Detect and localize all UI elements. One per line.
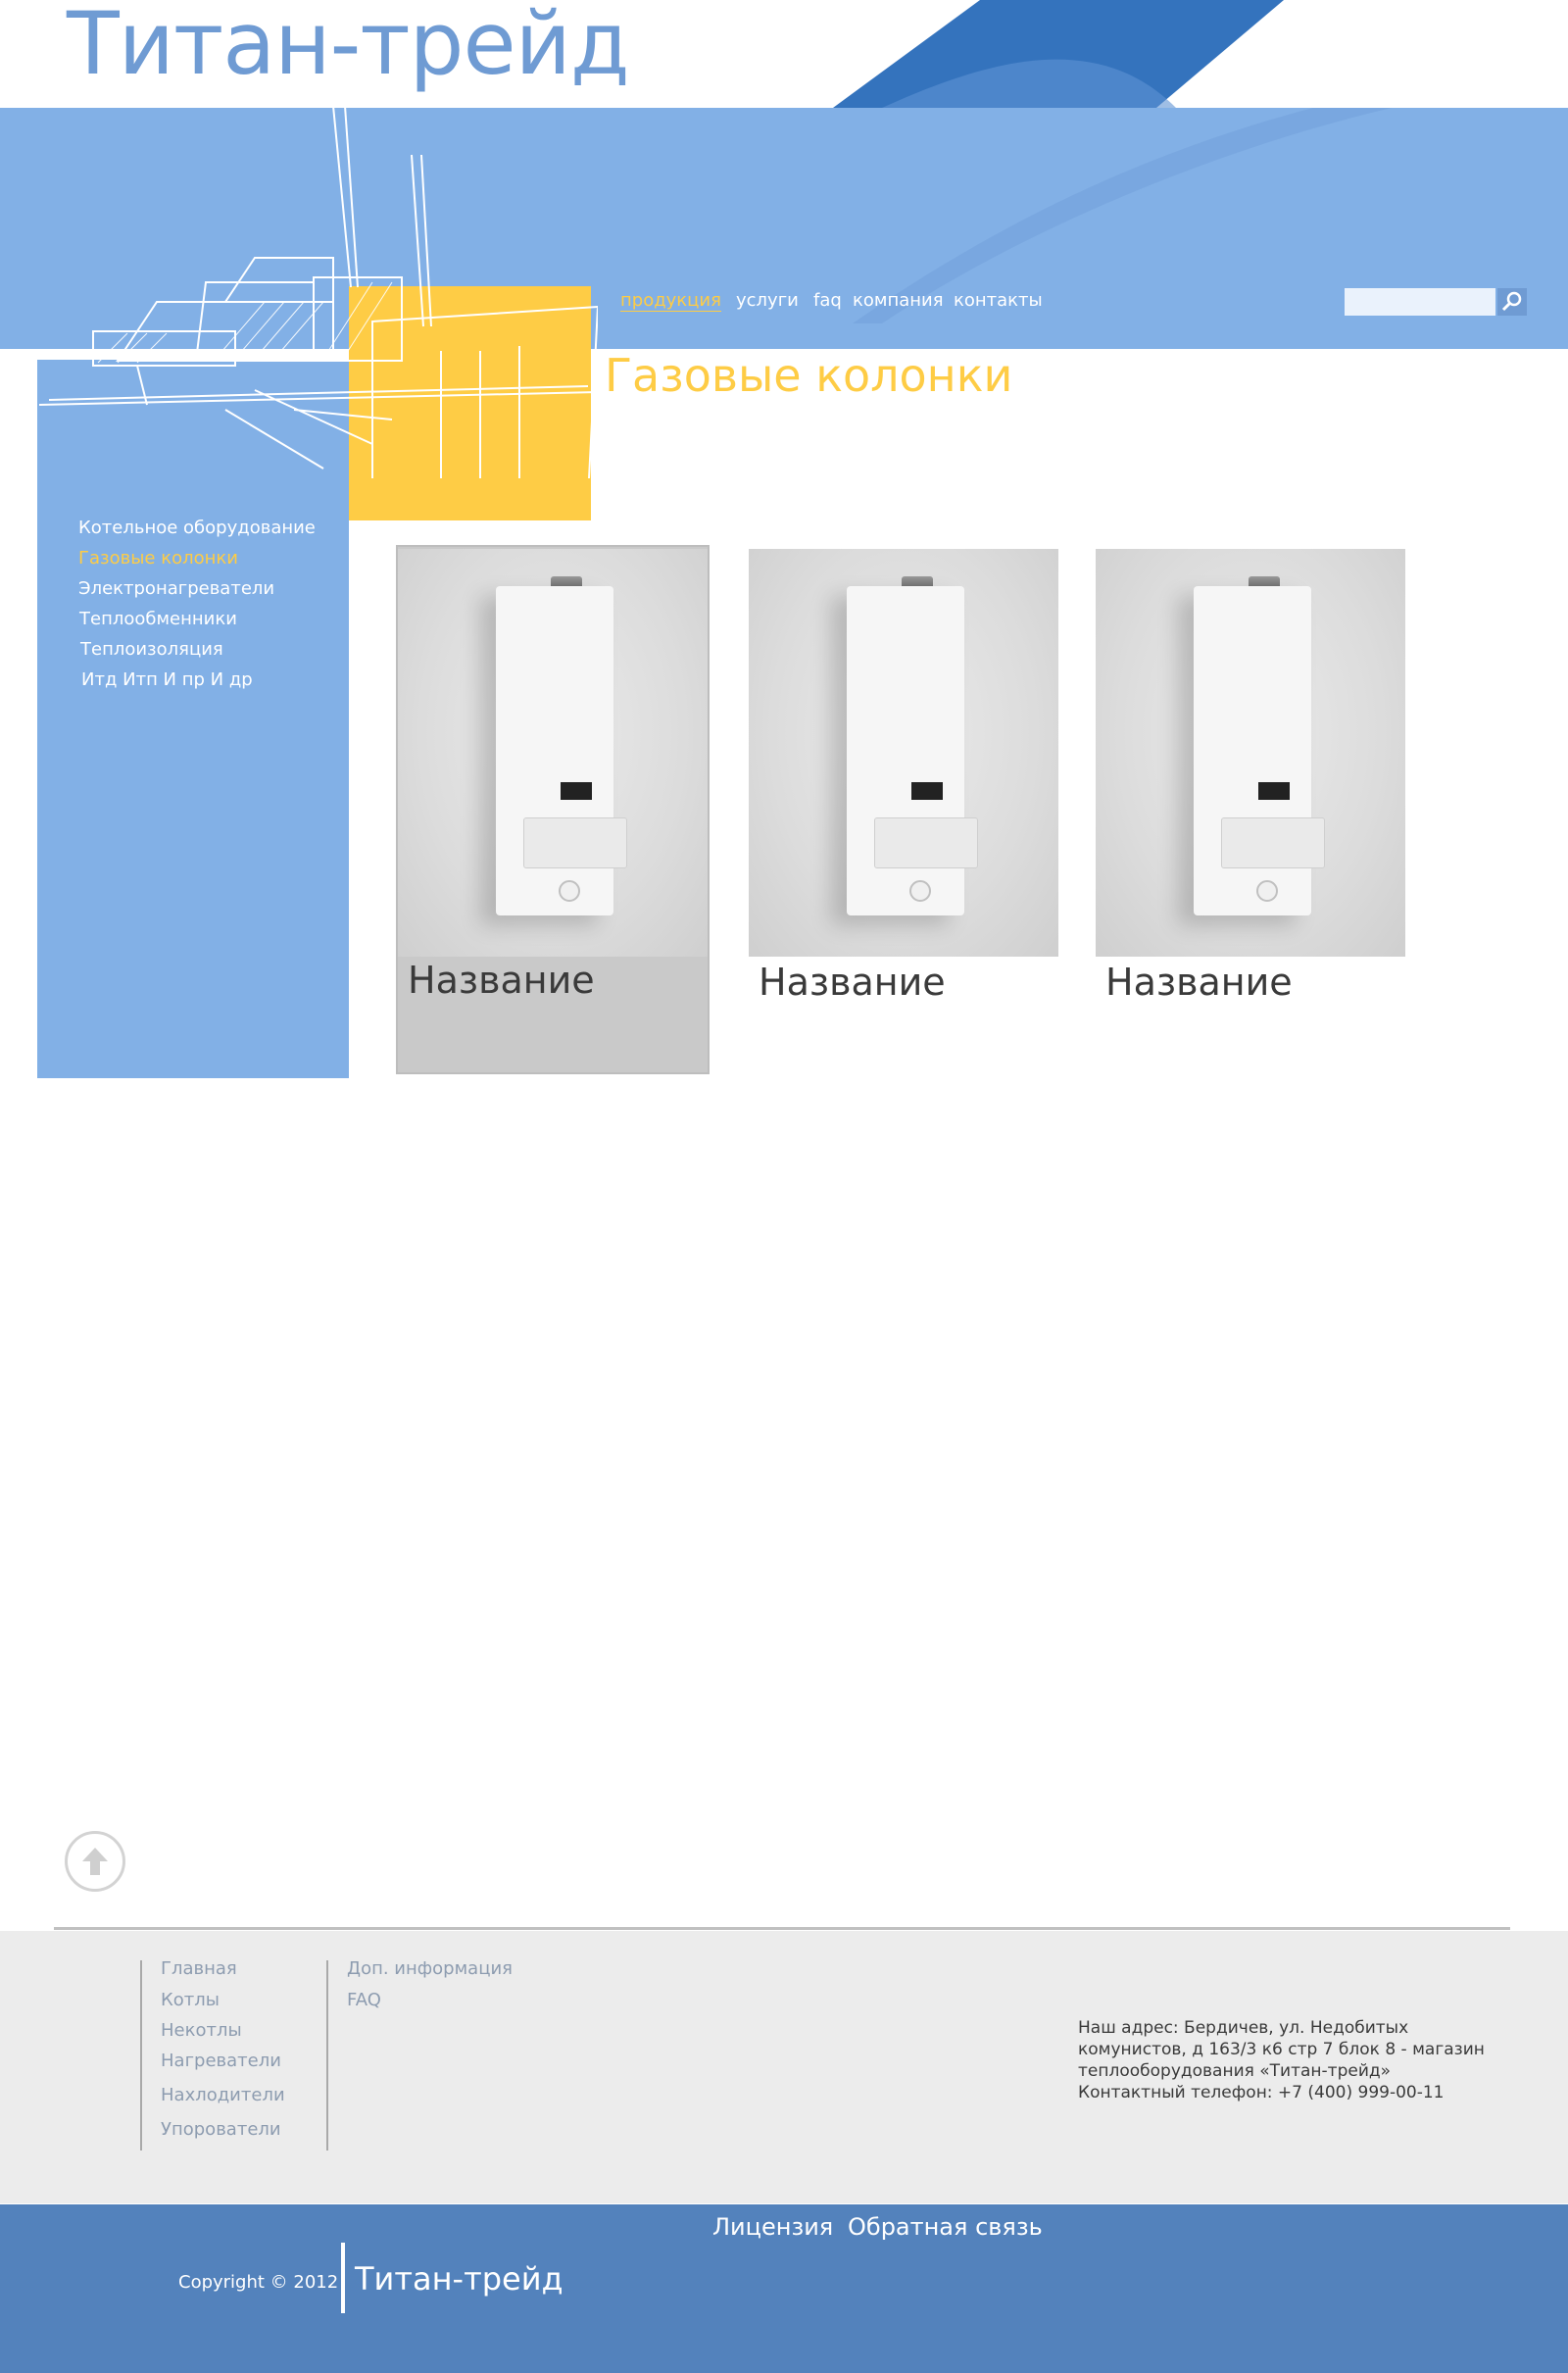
search-button[interactable]	[1497, 288, 1527, 316]
product-name[interactable]: Название	[759, 961, 946, 1004]
nav-item-faq[interactable]: faq	[813, 290, 842, 311]
product-image	[1096, 549, 1405, 957]
footer-column-divider	[140, 1960, 142, 2151]
sidebar-item-boilers[interactable]: Котельное оборудование	[78, 518, 316, 538]
sidebar-item-insulation[interactable]: Теплоизоляция	[80, 639, 223, 660]
footer-link-coolers[interactable]: Нахлодители	[161, 2085, 285, 2105]
bottom-divider	[341, 2243, 345, 2313]
nav-item-company[interactable]: компания	[853, 290, 944, 311]
license-link[interactable]: Лицензия	[712, 2213, 833, 2241]
footer-link-home[interactable]: Главная	[161, 1958, 237, 1979]
footer-logo: Титан-трейд	[355, 2260, 564, 2298]
feedback-link[interactable]: Обратная связь	[848, 2213, 1043, 2241]
footer-divider	[54, 1927, 1510, 1930]
address-line: теплооборудования «Титан-трейд»	[1078, 2061, 1392, 2081]
product-name[interactable]: Название	[1105, 961, 1293, 1004]
building-sketch-graphic	[39, 106, 598, 478]
arrow-up-icon	[82, 1848, 108, 1875]
nav-item-products[interactable]: продукция	[620, 290, 721, 312]
product-card[interactable]: Название	[396, 545, 710, 1074]
address-line: Наш адрес: Бердичев, ул. Недобитых	[1078, 2018, 1409, 2038]
footer-link-boilers[interactable]: Котлы	[161, 1990, 220, 2010]
product-name[interactable]: Название	[408, 959, 595, 1002]
footer-link-faq[interactable]: FAQ	[347, 1990, 381, 2010]
page-title: Газовые колонки	[605, 349, 1013, 402]
sidebar-item-heat-exchangers[interactable]: Теплообменники	[79, 609, 237, 629]
sidebar-item-gas-heaters[interactable]: Газовые колонки	[78, 548, 238, 569]
copyright: Copyright © 2012	[178, 2272, 339, 2293]
footer-column-divider	[326, 1960, 328, 2151]
nav-item-services[interactable]: услуги	[736, 290, 799, 311]
footer-link-heaters[interactable]: Нагреватели	[161, 2051, 281, 2071]
contact-phone: Контактный телефон: +7 (400) 999-00-11	[1078, 2083, 1445, 2102]
footer-link-extra-info[interactable]: Доп. информация	[347, 1958, 513, 1979]
sidebar-item-electric-heaters[interactable]: Электронагреватели	[78, 578, 274, 599]
scroll-to-top-button[interactable]	[65, 1831, 125, 1892]
product-image	[398, 549, 708, 957]
search-input[interactable]	[1345, 288, 1495, 316]
contact-address: Наш адрес: Бердичев, ул. Недобитых комун…	[1078, 2017, 1539, 2103]
footer-link-nonboilers[interactable]: Некотлы	[161, 2020, 242, 2041]
footer-link-misc[interactable]: Упорователи	[161, 2119, 281, 2140]
address-line: комунистов, д 163/3 к6 стр 7 блок 8 - ма…	[1078, 2040, 1485, 2059]
nav-item-contacts[interactable]: контакты	[954, 290, 1043, 311]
site-logo[interactable]: Титан-трейд	[67, 0, 630, 96]
search-icon	[1501, 291, 1522, 312]
sidebar-item-etc[interactable]: Итд Итп И пр И др	[81, 669, 253, 690]
product-image	[749, 549, 1058, 957]
